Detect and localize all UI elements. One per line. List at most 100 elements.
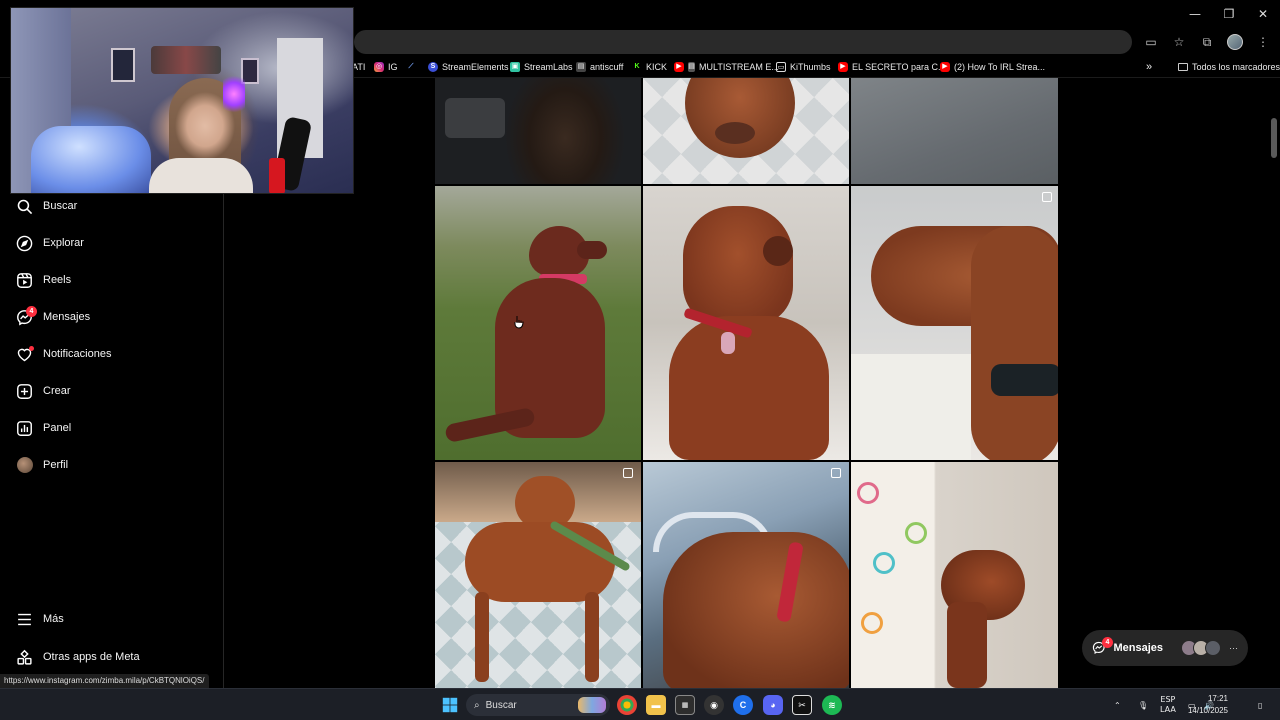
taskbar-clock[interactable]: 17:21 14/10/2025 [1188,693,1228,717]
post-thumbnail[interactable] [851,186,1058,460]
bookmark-how-to-irl[interactable]: ▶ (2) How To IRL Strea... [940,59,1045,75]
post-thumbnail[interactable] [435,186,641,460]
tray-overflow-icon[interactable]: ⌃ [1114,689,1121,720]
bookmark-streamlabs[interactable]: ▣ StreamLabs [510,59,573,75]
streamelements-icon: S [428,62,438,72]
sidebar-item-crear[interactable]: Crear [16,379,71,403]
webcam-mic-arm [269,158,285,193]
sidebar-item-perfil[interactable]: Perfil [16,453,68,477]
file-explorer-icon[interactable]: ▬ [646,695,666,715]
sidebar-item-mas[interactable]: Más [16,607,64,631]
plus-square-icon [16,383,33,400]
messages-floating-button[interactable]: 4 Mensajes ··· [1082,630,1248,666]
bookmark-kick[interactable]: K KICK [632,59,667,75]
post-thumbnail[interactable] [643,462,849,688]
extensions-icon[interactable]: ⧉ [1196,31,1218,53]
kebab-menu-icon[interactable]: ⋮ [1252,31,1274,53]
address-bar[interactable] [354,30,1132,54]
microphone-icon[interactable]: 🎙 [1138,689,1148,720]
notifications-icon[interactable]: ▯ [1258,689,1262,720]
hamburger-icon [16,611,33,628]
compass-icon [16,235,33,252]
sidebar-item-label: Más [43,613,64,625]
sidebar-item-label: Mensajes [43,311,91,323]
profile-avatar [16,457,33,474]
bookmark-ati[interactable]: ATI [352,59,365,75]
bookmark-antiscuff[interactable]: ▤ antiscuff [576,59,623,75]
screen: — ❐ ✕ ▭ ☆ ⧉ ⋮ ATI ◎ IG ⟋ S StreamElements … [0,0,1280,720]
star-icon[interactable]: ☆ [1168,31,1190,53]
bookmark-kithumbs[interactable]: ▭ KiThumbs [776,59,831,75]
sidebar-item-buscar[interactable]: Buscar [16,194,77,218]
folder-icon [1178,63,1188,71]
more-icon: ··· [1229,643,1238,653]
sidebar-item-label: Buscar [43,200,78,212]
bookmark-ig[interactable]: ◎ IG [374,59,398,75]
messages-pill-badge: 4 [1102,636,1113,648]
minimize-button[interactable]: — [1178,0,1212,28]
sidebar-item-label: Explorar [43,237,84,249]
close-button[interactable]: ✕ [1246,0,1280,28]
maximize-button[interactable]: ❐ [1212,0,1246,28]
taskbar-search-label: Buscar [485,699,517,711]
page-scrollbar[interactable] [1268,80,1280,688]
search-icon: ⌕ [474,699,480,711]
carousel-icon [831,468,841,478]
discord-icon[interactable]: ◕ [763,695,783,715]
post-thumbnail[interactable] [851,462,1058,688]
sidebar-item-panel[interactable]: Panel [16,416,71,440]
spotify-icon[interactable]: ≋ [822,695,842,715]
instagram-sidebar: Buscar Explorar Reels 4 Mensajes Notific… [0,194,224,688]
bookmark-chart[interactable]: ⟋ [406,59,416,75]
bar-chart-icon [16,420,33,437]
taskbar-search[interactable]: ⌕ Buscar [466,694,610,716]
profile-icon[interactable] [1224,31,1246,53]
messages-badge: 4 [26,305,37,317]
avatar [1205,640,1221,656]
bookmarks-overflow-button[interactable]: » [1146,59,1152,75]
sidebar-item-mensajes[interactable]: 4 Mensajes [16,305,90,329]
reels-icon [16,272,33,289]
messenger-icon: 4 [1092,636,1113,657]
streamlabs-app-icon[interactable]: C [733,695,753,715]
sidebar-item-notificaciones[interactable]: Notificaciones [16,342,111,366]
webcam-overlay [10,7,354,194]
webcam-shelf [151,46,221,74]
webcam-bed [31,126,151,193]
carousel-icon [1042,192,1052,202]
page-icon: ▤ [688,62,695,72]
all-bookmarks-button[interactable]: Todos los marcadores [1178,59,1280,75]
youtube-icon: ▶ [940,62,950,72]
youtube-icon: ▶ [838,62,848,72]
post-thumbnail[interactable] [643,186,849,460]
window-controls: — ❐ ✕ [1178,0,1280,28]
kick-icon: K [632,62,642,72]
capcut-icon[interactable]: ✂ [792,695,812,715]
language-indicator[interactable]: ESP LAA [1160,689,1176,720]
sidebar-item-meta-apps[interactable]: Otras apps de Meta [16,645,140,669]
sidebar-item-label: Crear [43,385,71,397]
post-thumbnail[interactable] [851,78,1058,184]
hand-cursor-icon [514,315,524,329]
cast-icon[interactable]: ▭ [1140,31,1162,53]
kithumbs-icon: ▭ [776,62,786,72]
chrome-icon[interactable] [617,695,637,715]
sidebar-item-explorar[interactable]: Explorar [16,231,84,255]
bookmark-multistream[interactable]: ▶ ▤ MULTISTREAM E... [674,59,779,75]
webcam-poster-1 [111,48,135,82]
obs-icon[interactable]: ◉ [704,695,724,715]
clock-time: 17:21 [1207,694,1228,703]
post-thumbnail[interactable] [435,462,641,688]
sidebar-item-reels[interactable]: Reels [16,268,71,292]
search-icon [16,198,33,215]
post-thumbnail[interactable] [643,78,849,184]
post-thumbnail[interactable] [435,78,641,184]
windows-start-icon[interactable] [440,695,460,715]
sidebar-item-label: Reels [43,274,72,286]
link-status-url: https://www.instagram.com/zimba.mila/p/C… [0,674,209,689]
scrollbar-thumb[interactable] [1271,118,1277,158]
bookmark-el-secreto[interactable]: ▶ EL SECRETO para C... [838,59,946,75]
bookmark-streamelements[interactable]: S StreamElements [428,59,509,75]
meta-apps-icon [16,649,33,666]
calculator-icon[interactable]: ▦ [675,695,695,715]
